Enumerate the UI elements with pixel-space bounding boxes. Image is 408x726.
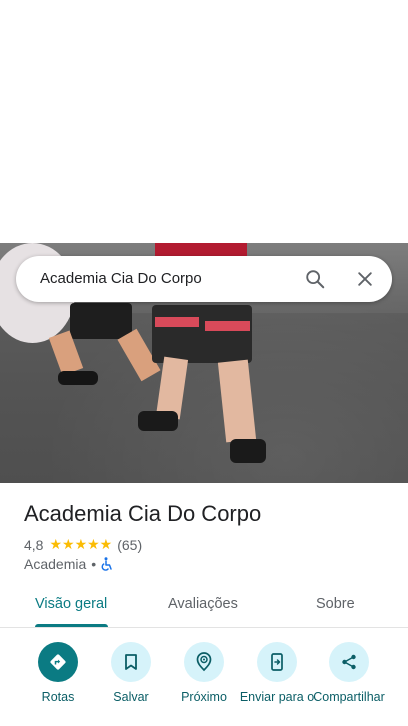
wheelchair-icon <box>101 557 113 571</box>
send-to-phone-label: Enviar para o <box>239 690 315 704</box>
directions-label: Rotas <box>41 690 75 704</box>
tab-reviews[interactable]: Avaliações <box>168 596 238 612</box>
tab-about[interactable]: Sobre <box>316 596 355 612</box>
active-tab-indicator <box>35 624 108 627</box>
send-to-phone-icon <box>257 642 297 682</box>
photo-shoe-right-a <box>138 411 178 431</box>
search-query[interactable]: Academia Cia Do Corpo <box>40 270 202 287</box>
rating-value: 4,8 <box>24 536 44 553</box>
nearby-button[interactable]: Próximo <box>164 640 244 704</box>
share-label: Compartilhar <box>313 690 385 704</box>
tab-overview[interactable]: Visão geral <box>35 596 107 612</box>
place-tabs: Visão geral Avaliações Sobre <box>0 586 408 628</box>
place-category: Academia <box>24 556 87 572</box>
search-icon[interactable] <box>300 264 330 294</box>
photo-shorts-stripe-a <box>155 317 199 327</box>
directions-button[interactable]: Rotas <box>18 640 98 704</box>
photo-shoe-left-a <box>58 371 98 385</box>
nearby-label: Próximo <box>181 690 227 704</box>
action-bar: Rotas Salvar Próximo Enviar para o Compa… <box>0 640 408 726</box>
save-button[interactable]: Salvar <box>91 640 171 704</box>
review-count: (65) <box>117 536 143 553</box>
photo-shorts-right <box>152 305 252 363</box>
save-label: Salvar <box>113 690 149 704</box>
rating-stars: ★★★★★ <box>49 536 113 552</box>
bookmark-icon <box>111 642 151 682</box>
photo-shoe-right-b <box>230 439 266 463</box>
place-title: Academia Cia Do Corpo <box>24 501 262 526</box>
send-to-phone-button[interactable]: Enviar para o <box>237 640 317 704</box>
map-area <box>0 0 408 243</box>
photo-shirt-right <box>155 243 247 257</box>
share-icon <box>329 642 369 682</box>
search-bar[interactable]: Academia Cia Do Corpo <box>16 256 392 302</box>
share-button[interactable]: Compartilhar <box>309 640 389 704</box>
photo-shorts-stripe-b <box>205 321 250 331</box>
photo-shorts-left <box>70 303 132 339</box>
rating-row[interactable]: 4,8 ★★★★★ (65) <box>24 536 142 553</box>
category-separator: • <box>91 556 97 572</box>
directions-icon <box>38 642 78 682</box>
category-row: Academia • <box>24 556 113 572</box>
close-icon[interactable] <box>350 264 380 294</box>
nearby-icon <box>184 642 224 682</box>
